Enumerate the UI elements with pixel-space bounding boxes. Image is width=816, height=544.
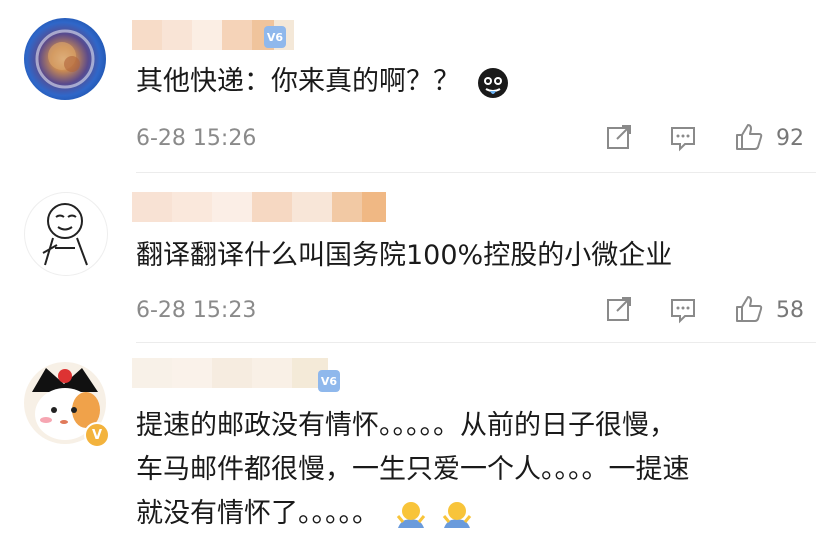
comment-text: 提速的邮政没有情怀。。。。。从前的日子很慢， 车马邮件都很慢，一生只爱一个人。。… [136, 406, 690, 534]
comment-text: 其他快递：你来真的啊？？ [136, 62, 509, 102]
divider [136, 172, 816, 173]
meme-face-icon [42, 203, 88, 266]
avatar[interactable] [24, 18, 106, 100]
username-blurred[interactable] [132, 358, 328, 388]
like-icon[interactable] [734, 122, 764, 152]
planet-icon [35, 29, 95, 89]
vip-badge: V6 [264, 26, 286, 48]
divider [136, 342, 816, 343]
comment-text: 翻译翻译什么叫国务院100%控股的小微企业 [136, 240, 673, 271]
repost-icon[interactable] [604, 294, 634, 324]
comment-icon[interactable] [668, 294, 698, 324]
shrug-emoji-icon [440, 498, 474, 532]
repost-icon[interactable] [604, 122, 634, 152]
comment-time: 6-28 15:23 [136, 298, 257, 323]
like-count: 58 [776, 298, 804, 323]
verified-badge: V [84, 422, 110, 448]
like-icon[interactable] [734, 294, 764, 324]
username-blurred[interactable] [132, 192, 386, 222]
comment-icon[interactable] [668, 122, 698, 152]
vip-badge: V6 [318, 370, 340, 392]
shrug-emoji-icon [394, 498, 428, 532]
crying-face-icon [477, 67, 509, 99]
comment-time: 6-28 15:26 [136, 126, 257, 151]
avatar[interactable] [24, 192, 108, 276]
like-count: 92 [776, 126, 804, 151]
